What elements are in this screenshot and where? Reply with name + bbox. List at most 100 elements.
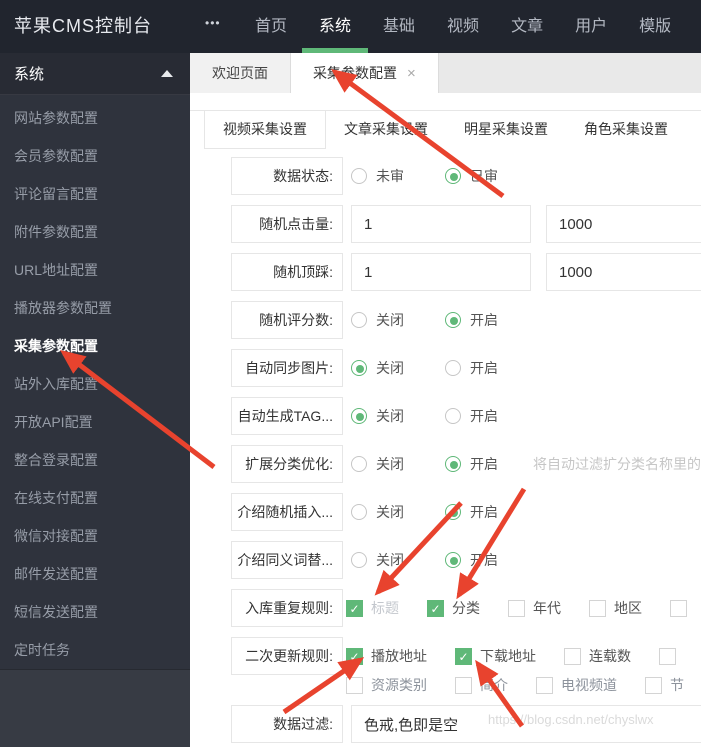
checkbox-icon[interactable]: [670, 599, 687, 617]
radio-icon[interactable]: [351, 360, 367, 376]
field-hint: 将自动过滤扩分类名称里的: [533, 456, 701, 472]
nav-item-6[interactable]: 模版: [639, 0, 671, 53]
nav-item-2[interactable]: 基础: [383, 0, 415, 53]
sidebar-item-10[interactable]: 在线支付配置: [0, 479, 190, 517]
sidebar-item-2[interactable]: 评论留言配置: [0, 175, 190, 213]
sidebar-item-13[interactable]: 短信发送配置: [0, 593, 190, 631]
sidebar-item-7[interactable]: 站外入库配置: [0, 365, 190, 403]
radio-label: 开启: [470, 360, 498, 376]
checkbox-icon[interactable]: [508, 599, 525, 617]
checkbox-icon[interactable]: ✓: [455, 647, 472, 665]
radio-option[interactable]: 关闭: [351, 358, 445, 378]
radio-icon[interactable]: [351, 312, 367, 328]
checkbox-option[interactable]: [659, 647, 684, 665]
sidebar-item-5[interactable]: 播放器参数配置: [0, 289, 190, 327]
checkbox-icon[interactable]: ✓: [346, 647, 363, 665]
checkbox-icon[interactable]: ✓: [427, 599, 444, 617]
nav-item-5[interactable]: 用户: [575, 0, 607, 53]
checkbox-icon[interactable]: ✓: [346, 599, 363, 617]
sidebar-item-4[interactable]: URL地址配置: [0, 251, 190, 289]
radio-option[interactable]: 关闭: [351, 502, 445, 522]
checkbox-option[interactable]: ✓ 分类: [427, 598, 480, 618]
field-group: 关闭 开启: [351, 541, 539, 579]
nav-item-3[interactable]: 视频: [447, 0, 479, 53]
form-row-3: 随机评分数: 关闭 开启: [231, 301, 701, 339]
field-label: 数据过滤:: [231, 705, 343, 743]
radio-option[interactable]: 开启: [445, 550, 539, 570]
radio-icon[interactable]: [445, 456, 461, 472]
text-input[interactable]: [546, 205, 701, 243]
checkbox-option[interactable]: ✓ 标题: [346, 598, 399, 618]
sidebar-item-8[interactable]: 开放API配置: [0, 403, 190, 441]
radio-icon[interactable]: [445, 168, 461, 184]
nav-item-1[interactable]: 系统: [302, 0, 369, 53]
subtab-2[interactable]: 明星采集设置: [446, 111, 566, 149]
sidebar-item-9[interactable]: 整合登录配置: [0, 441, 190, 479]
close-icon[interactable]: ×: [407, 66, 416, 81]
subtab-3[interactable]: 角色采集设置: [566, 111, 686, 149]
radio-icon[interactable]: [445, 408, 461, 424]
checkbox-icon[interactable]: [645, 676, 662, 694]
radio-option[interactable]: 关闭: [351, 406, 445, 426]
radio-icon[interactable]: [351, 408, 367, 424]
radio-icon[interactable]: [445, 552, 461, 568]
radio-icon[interactable]: [351, 456, 367, 472]
radio-option[interactable]: 开启: [445, 358, 539, 378]
text-input[interactable]: [351, 253, 531, 291]
nav-item-4[interactable]: 文章: [511, 0, 543, 53]
nav-item-0[interactable]: 首页: [255, 0, 287, 53]
checkbox-option[interactable]: [670, 599, 695, 617]
checkbox-icon[interactable]: [589, 599, 606, 617]
form-row-6: 扩展分类优化: 关闭 开启 将自动过滤扩分类名称里的: [231, 445, 701, 483]
checkbox-option[interactable]: 电视频道: [536, 675, 617, 695]
subtab-1[interactable]: 文章采集设置: [326, 111, 446, 149]
checkbox-icon[interactable]: [659, 647, 676, 665]
open-tab-1[interactable]: 采集参数配置 ×: [291, 53, 439, 93]
checkbox-icon[interactable]: [346, 676, 363, 694]
checkbox-option[interactable]: 连载数: [564, 646, 631, 666]
radio-option[interactable]: 开启: [445, 502, 539, 522]
subtab-0[interactable]: 视频采集设置: [204, 111, 326, 149]
radio-icon[interactable]: [351, 552, 367, 568]
checkbox-option[interactable]: 年代: [508, 598, 561, 618]
sidebar-item-14[interactable]: 定时任务: [0, 631, 190, 669]
more-menu-icon[interactable]: •••: [205, 16, 221, 30]
form-row-8: 介绍同义词替... 关闭 开启: [231, 541, 701, 579]
text-input[interactable]: [546, 253, 701, 291]
sidebar-item-3[interactable]: 附件参数配置: [0, 213, 190, 251]
radio-icon[interactable]: [445, 312, 461, 328]
sidebar-item-6[interactable]: 采集参数配置: [0, 327, 190, 365]
radio-option[interactable]: 关闭: [351, 454, 445, 474]
radio-option[interactable]: 关闭: [351, 550, 445, 570]
radio-icon[interactable]: [351, 504, 367, 520]
radio-icon[interactable]: [445, 360, 461, 376]
sidebar-group-header[interactable]: 系统: [0, 53, 190, 95]
checkbox-icon[interactable]: [455, 676, 472, 694]
radio-icon[interactable]: [445, 504, 461, 520]
checkbox-option[interactable]: 节: [645, 675, 684, 695]
open-tab-0[interactable]: 欢迎页面: [190, 53, 291, 93]
radio-option[interactable]: 开启: [445, 310, 539, 330]
sidebar-item-1[interactable]: 会员参数配置: [0, 137, 190, 175]
checkbox-icon[interactable]: [564, 647, 581, 665]
checkbox-option[interactable]: 地区: [589, 598, 642, 618]
radio-option[interactable]: 关闭: [351, 310, 445, 330]
radio-option[interactable]: 未审: [351, 166, 445, 186]
radio-option[interactable]: 已审: [445, 166, 539, 186]
checkbox-option[interactable]: ✓ 播放地址: [346, 646, 427, 666]
sidebar-item-11[interactable]: 微信对接配置: [0, 517, 190, 555]
sidebar-item-12[interactable]: 邮件发送配置: [0, 555, 190, 593]
checkbox-option[interactable]: 资源类别: [346, 675, 427, 695]
field-label: 数据状态:: [231, 157, 343, 195]
checkbox-icon[interactable]: [536, 676, 553, 694]
checkbox-label: 分类: [452, 600, 480, 616]
radio-icon[interactable]: [351, 168, 367, 184]
text-input[interactable]: [351, 205, 531, 243]
checkbox-option[interactable]: ✓ 下载地址: [455, 646, 536, 666]
radio-option[interactable]: 开启: [445, 454, 539, 474]
subtab-4[interactable]: 采集: [686, 111, 701, 149]
checkbox-option[interactable]: 简介: [455, 675, 508, 695]
radio-label: 关闭: [376, 552, 404, 568]
sidebar-item-0[interactable]: 网站参数配置: [0, 99, 190, 137]
radio-option[interactable]: 开启: [445, 406, 539, 426]
